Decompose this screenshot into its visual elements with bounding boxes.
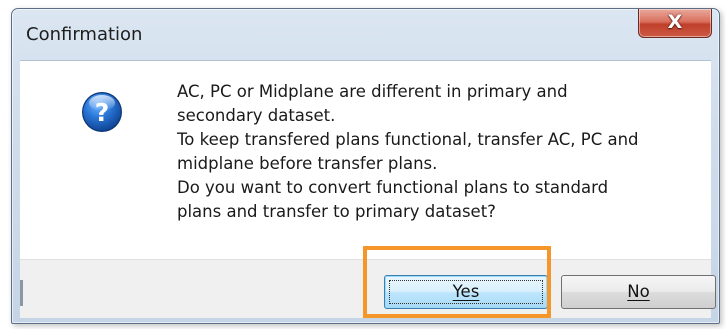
title-bar[interactable]: Confirmation X <box>12 9 719 59</box>
yes-button-label: Yes <box>452 282 480 301</box>
no-button[interactable]: No <box>561 275 716 309</box>
close-button[interactable]: X <box>638 9 712 38</box>
message-line: secondary dataset. <box>177 106 336 125</box>
confirmation-dialog: Confirmation X ? AC, PC or Midplane are … <box>11 8 720 324</box>
no-button-label: No <box>627 282 650 301</box>
dialog-title: Confirmation <box>26 24 143 45</box>
svg-text:?: ? <box>95 98 110 127</box>
screenshot-page: Confirmation X ? AC, PC or Midplane are … <box>0 0 726 329</box>
close-icon: X <box>667 11 683 33</box>
message-line: midplane before transfer plans. <box>177 154 438 173</box>
message-line: plans and transfer to primary dataset? <box>177 202 496 221</box>
message-line: Do you want to convert functional plans … <box>177 178 609 197</box>
message-text: AC, PC or Midplane are different in prim… <box>177 80 711 224</box>
yes-button[interactable]: Yes <box>384 275 548 309</box>
message-line: To keep transfered plans functional, tra… <box>177 130 639 149</box>
question-icon: ? <box>82 92 122 132</box>
message-area: ? AC, PC or Midplane are different in pr… <box>20 60 711 259</box>
message-line: AC, PC or Midplane are different in prim… <box>177 82 568 101</box>
button-bar: Yes No <box>20 259 716 318</box>
resize-grip <box>20 280 23 306</box>
